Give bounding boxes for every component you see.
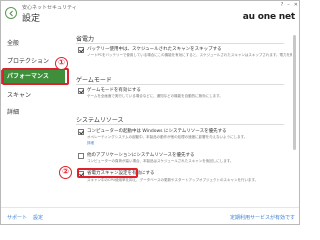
- back-button[interactable]: [5, 7, 17, 19]
- help-icon[interactable]: ?: [281, 3, 284, 8]
- section-divider: [76, 43, 284, 44]
- close-icon[interactable]: ✕: [294, 3, 298, 8]
- settings-window: 安心ネットセキュリティ 設定 ? – ✕ au one net 全般 プロテクシ…: [0, 0, 300, 225]
- checkbox-prioritize-other-apps[interactable]: [78, 153, 84, 159]
- option-description: コンピューターの負荷が高い場合、本製品はスケジュールされたスキャンを後回しにしま…: [87, 159, 234, 163]
- option-label: コンピューターの起動中は Windows にシステムリソースを優先する: [87, 129, 227, 134]
- option-description: スキャン中のCPU使用率を抑え、データベースの更新やスタートアップオブジェクトの…: [87, 178, 259, 182]
- brand-logo: au one net: [242, 12, 295, 22]
- settings-content: 省電力 バッテリー使用中は、スケジュールされたスキャンをスキップする ノートPC…: [69, 31, 297, 207]
- option-label: 他のアプリケーションにシステムリソースを優先する: [87, 153, 195, 158]
- footer: サポート 設定 定期利用サービスが有効です: [1, 207, 299, 224]
- scrollbar-thumb[interactable]: [293, 35, 296, 150]
- scrollbar[interactable]: [293, 33, 296, 193]
- minimize-icon[interactable]: –: [287, 3, 290, 8]
- section-title-power: 省電力: [76, 36, 95, 43]
- sidebar-item-general[interactable]: 全般: [1, 37, 65, 51]
- option-label: ゲームモードを有効にする: [87, 88, 141, 93]
- option-label: バッテリー使用中は、スケジュールされたスキャンをスキップする: [87, 47, 222, 52]
- option-description: オペレーティングシステムの起動中、本製品の動作が他の処理の速度に影響を与えないよ…: [87, 135, 248, 139]
- details-link[interactable]: 詳細: [87, 141, 94, 146]
- sidebar: 全般 プロテクション パフォーマンス スキャン 詳細: [1, 31, 65, 201]
- page-title: 設定: [22, 14, 41, 24]
- section-divider: [76, 84, 284, 85]
- sidebar-item-advanced[interactable]: 詳細: [1, 106, 65, 120]
- checkbox-prioritize-windows-startup[interactable]: [78, 129, 84, 135]
- settings-link[interactable]: 設定: [33, 214, 43, 221]
- option-description: ノートPCをバッテリーで使用している場合にこの機能を有効にすると、スケジュールさ…: [87, 53, 292, 57]
- checkbox-game-mode[interactable]: [78, 88, 84, 94]
- option-description: ゲームを全画面で実行している場合などに、通知などの機能を自動的に無効にします。: [87, 94, 223, 98]
- support-link[interactable]: サポート: [7, 214, 27, 221]
- callout-1: ①: [55, 57, 68, 70]
- callout-2: ②: [59, 166, 72, 179]
- back-arrow-icon: [8, 10, 13, 16]
- section-title-game-mode: ゲームモード: [76, 77, 112, 84]
- title-bar: 安心ネットセキュリティ 設定 ? – ✕ au one net: [1, 1, 299, 24]
- app-name: 安心ネットセキュリティ: [22, 5, 77, 11]
- highlight-box-performance: [2, 68, 69, 85]
- section-divider: [76, 124, 284, 125]
- highlight-box-power-saving-scan: [77, 168, 138, 178]
- sidebar-item-scan[interactable]: スキャン: [1, 89, 65, 103]
- subscription-status-link[interactable]: 定期利用サービスが有効です: [230, 214, 295, 221]
- checkbox-skip-scan-on-battery[interactable]: [78, 47, 84, 53]
- window-controls: ? – ✕: [281, 3, 298, 8]
- section-title-system-resources: システムリソース: [76, 117, 124, 124]
